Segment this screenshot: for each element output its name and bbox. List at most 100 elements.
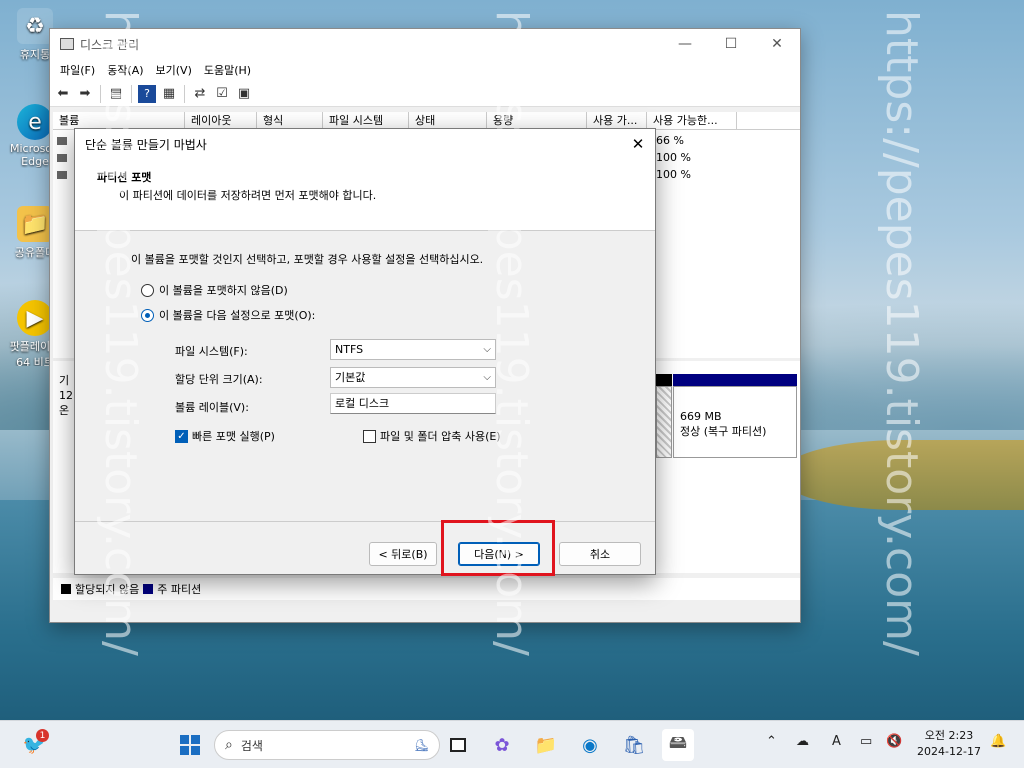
allocation-unit-value: 기본값	[335, 371, 366, 384]
disk-management-icon	[60, 38, 74, 50]
clock-time: 오전 2:23	[924, 729, 974, 742]
partition-status: 정상 (복구 파티션)	[680, 425, 767, 438]
maximize-button[interactable]: ☐	[708, 29, 754, 59]
legend-unallocated-swatch	[61, 584, 71, 594]
radio-button-off[interactable]	[141, 283, 154, 297]
window-titlebar[interactable]: 디스크 관리 — ☐ ✕	[50, 29, 800, 59]
properties-icon[interactable]: ▦	[160, 85, 178, 103]
menu-file[interactable]: 파일(F)	[54, 62, 101, 78]
input-language[interactable]: A	[832, 734, 841, 749]
quick-format-label: 빠른 포맷 실행(P)	[192, 430, 275, 443]
disk-management-taskbar-icon[interactable]: 🖴	[662, 729, 694, 761]
checklist-icon[interactable]: ☑	[213, 85, 231, 103]
drive-icon	[57, 154, 67, 162]
allocation-unit-label: 할당 단위 크기(A):	[175, 373, 263, 386]
copilot-icon[interactable]: ✿	[486, 729, 518, 761]
radio-format[interactable]: 이 볼륨을 다음 설정으로 포맷(O):	[141, 307, 315, 323]
monitor-icon[interactable]: ▭	[860, 734, 872, 749]
menu-view[interactable]: 보기(V)	[150, 62, 198, 78]
desktop-island	[780, 440, 1024, 510]
edge-taskbar-icon[interactable]: ◉	[574, 729, 606, 761]
recycle-bin-icon: ♻	[17, 8, 53, 44]
help-icon[interactable]: ?	[138, 84, 156, 103]
potplayer-icon: ▶	[17, 300, 53, 336]
wizard-title: 단순 볼륨 만들기 마법사	[85, 137, 207, 152]
partition-size: 669 MB	[680, 410, 722, 423]
wizard-titlebar[interactable]: 단순 볼륨 만들기 마법사 ✕	[75, 129, 655, 159]
new-simple-volume-wizard: 단순 볼륨 만들기 마법사 ✕ 파티션 포맷 이 파티션에 데이터를 저장하려면…	[74, 128, 656, 575]
radio-button-on[interactable]	[141, 308, 154, 322]
column-status[interactable]: 상태	[409, 112, 487, 129]
file-system-label: 파일 시스템(F):	[175, 345, 248, 358]
task-view-icon[interactable]	[442, 729, 474, 761]
taskbar-clock[interactable]: 오전 2:23 2024-12-17	[914, 728, 984, 760]
column-layout[interactable]: 레이아웃	[185, 112, 257, 129]
partition-header-blue	[673, 374, 797, 386]
partition-selected-hatch[interactable]	[656, 386, 672, 458]
chevron-down-icon: ⌵	[483, 372, 491, 383]
checkmark-icon[interactable]: ✓	[175, 429, 188, 443]
back-arrow-icon[interactable]: ⬅	[54, 85, 72, 103]
wizard-footer: < 뒤로(B) 다음(N) > 취소	[75, 521, 655, 574]
wizard-heading: 파티션 포맷	[97, 171, 152, 184]
window-title: 디스크 관리	[80, 37, 140, 52]
file-system-select[interactable]: NTFS ⌵	[330, 339, 496, 360]
allocation-unit-select[interactable]: 기본값 ⌵	[330, 367, 496, 388]
column-volume[interactable]: 볼륨	[53, 112, 185, 129]
menu-help[interactable]: 도움말(H)	[198, 62, 257, 78]
search-placeholder: 검색	[240, 738, 263, 753]
windows-start-icon[interactable]	[174, 729, 206, 761]
wizard-subheading: 이 파티션에 데이터를 저장하려면 먼저 포맷해야 합니다.	[119, 189, 377, 202]
desktop-icon-label: 휴지통	[19, 48, 51, 61]
toolbar-separator	[184, 84, 185, 103]
search-highlight-icon: ⛸	[413, 738, 429, 752]
radio-no-format-label: 이 볼륨을 포맷하지 않음(D)	[159, 284, 288, 297]
back-button[interactable]: < 뒤로(B)	[369, 542, 437, 566]
network-icon[interactable]: ☁	[796, 734, 809, 749]
partition-legend: 할당되지 않음 주 파티션	[53, 578, 800, 600]
radio-no-format[interactable]: 이 볼륨을 포맷하지 않음(D)	[141, 282, 288, 298]
quick-format-checkbox[interactable]: ✓ 빠른 포맷 실행(P)	[175, 428, 275, 444]
store-icon[interactable]: 🛍	[618, 729, 650, 761]
column-type[interactable]: 형식	[257, 112, 323, 129]
checkbox-empty[interactable]	[363, 429, 376, 443]
toolbar-separator	[131, 84, 132, 103]
free-percent: 100 %	[656, 151, 691, 164]
column-capacity[interactable]: 용량	[487, 112, 587, 129]
wizard-body: 이 볼륨을 포맷할 것인지 선택하고, 포맷할 경우 사용할 설정을 선택하십시…	[75, 231, 655, 521]
column-free-percent[interactable]: 사용 가능한...	[647, 112, 737, 129]
legend-primary-label: 주 파티션	[157, 583, 202, 596]
connect-icon[interactable]: ⇄	[191, 85, 209, 103]
next-button-highlight	[441, 520, 555, 576]
chevron-up-icon[interactable]: ⌃	[766, 734, 777, 749]
column-file-system[interactable]: 파일 시스템	[323, 112, 409, 129]
partition-header-black	[656, 374, 672, 386]
menu-action[interactable]: 동작(A)	[101, 62, 149, 78]
wizard-close-button[interactable]: ✕	[621, 129, 655, 159]
forward-arrow-icon[interactable]: ➡	[76, 85, 94, 103]
volume-muted-icon[interactable]: 🔇	[886, 734, 902, 749]
folder-icon: 📁	[17, 206, 53, 242]
drive-icon	[57, 137, 67, 145]
notification-badge: 1	[36, 729, 49, 742]
menu-bar: 파일(F) 동작(A) 보기(V) 도움말(H)	[50, 59, 800, 81]
settings-list-icon[interactable]: ▣	[235, 85, 253, 103]
compress-checkbox[interactable]: 파일 및 폴더 압축 사용(E)	[363, 428, 501, 444]
widgets-icon[interactable]: 🐦 1	[18, 729, 50, 761]
close-button[interactable]: ✕	[754, 29, 800, 59]
minimize-button[interactable]: —	[662, 29, 708, 59]
cancel-button[interactable]: 취소	[559, 542, 641, 566]
notification-bell-icon[interactable]: 🔔	[990, 734, 1006, 749]
volume-label-input[interactable]: 로컬 디스크	[330, 393, 496, 414]
file-system-value: NTFS	[335, 343, 364, 356]
legend-primary-swatch	[143, 584, 154, 594]
taskbar: 🐦 1 ⌕ 검색 ⛸ ✿ 📁 ◉ 🛍 🖴 ⌃ ☁ A ▭ 🔇 오전 2:23 2…	[0, 720, 1024, 768]
console-tree-icon[interactable]: ▤	[107, 85, 125, 103]
free-percent: 66 %	[656, 134, 684, 147]
recovery-partition[interactable]: 669 MB 정상 (복구 파티션)	[673, 386, 797, 458]
taskbar-search[interactable]: ⌕ 검색 ⛸	[214, 730, 440, 760]
file-explorer-icon[interactable]: 📁	[530, 729, 562, 761]
toolbar-separator	[100, 84, 101, 103]
search-icon: ⌕	[225, 737, 233, 753]
column-free-space[interactable]: 사용 가...	[587, 112, 647, 129]
